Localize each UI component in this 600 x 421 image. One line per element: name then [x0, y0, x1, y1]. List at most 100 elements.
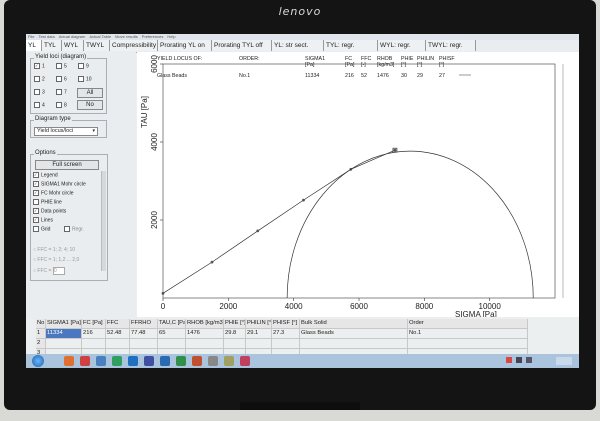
table-cell[interactable]: 11334	[46, 329, 82, 339]
column-header[interactable]: PHILIN [°]	[246, 319, 272, 329]
yield-locus-checkbox-5[interactable]: 5	[56, 63, 67, 69]
yield-locus-checkbox-4[interactable]: 4	[34, 102, 45, 108]
table-cell[interactable]: 27.3	[272, 329, 300, 339]
option-data-points[interactable]: ✓ Data points	[33, 208, 66, 214]
tab-tyl[interactable]: TYL	[42, 40, 62, 51]
volume-icon[interactable]	[526, 357, 533, 363]
column-header[interactable]: RHOB [kg/m3]	[186, 319, 224, 329]
column-header[interactable]: FC [Pa]	[82, 319, 106, 329]
table-cell[interactable]	[130, 339, 158, 349]
table-cell[interactable]: Glass Beads	[300, 329, 408, 339]
flag-icon[interactable]	[506, 357, 512, 363]
tab-wyl-regr[interactable]: WYL: regr.	[378, 40, 426, 51]
table-cell[interactable]: 216	[82, 329, 106, 339]
yield-locus-checkbox-7[interactable]: 7	[56, 89, 67, 95]
all-button[interactable]: All	[77, 88, 103, 98]
column-header[interactable]: No	[36, 319, 46, 329]
option-phie-line[interactable]: PHIE line	[33, 199, 62, 205]
table-cell[interactable]: No.1	[408, 329, 528, 339]
table-cell[interactable]	[46, 339, 82, 349]
ffc-input[interactable]: 0	[52, 267, 65, 275]
chrome-icon[interactable]	[128, 356, 138, 366]
table-cell[interactable]	[158, 339, 186, 349]
column-header[interactable]: FFC	[106, 319, 130, 329]
app2-icon[interactable]	[224, 356, 234, 366]
row-number[interactable]: 1	[36, 329, 46, 339]
menu-item[interactable]: Actual Table	[89, 34, 111, 39]
regr-checkbox[interactable]: Regr.	[64, 226, 84, 232]
yield-locus-checkbox-9[interactable]: 9	[78, 63, 89, 69]
explorer-icon[interactable]	[64, 356, 74, 366]
network-icon[interactable]	[516, 357, 523, 363]
yield-locus-checkbox-1[interactable]: ✓ 1	[34, 63, 45, 69]
column-header[interactable]: PHISF [°]	[272, 319, 300, 329]
option-fc-mohr-circle[interactable]: ✓ FC Mohr circle	[33, 190, 74, 196]
option-sigma1-mohr-circle[interactable]: ✓ SIGMA1 Mohr circle	[33, 181, 86, 187]
no-button[interactable]: No	[77, 100, 103, 110]
word-icon[interactable]	[160, 356, 170, 366]
table-cell[interactable]: 29.8	[224, 329, 246, 339]
column-header[interactable]: SIGMA1 [Pa]	[46, 319, 82, 329]
checkbox-box	[78, 63, 84, 69]
table-cell[interactable]	[408, 339, 528, 349]
full-screen-button[interactable]: Full screen	[35, 160, 99, 170]
menu-item[interactable]: Move results	[115, 34, 138, 39]
row-number[interactable]: 2	[36, 339, 46, 349]
start-button-icon[interactable]	[32, 355, 44, 367]
tab-twyl-regr[interactable]: TWYL: regr.	[426, 40, 476, 51]
yield-locus-checkbox-8[interactable]: 8	[56, 102, 67, 108]
firefox2-icon[interactable]	[144, 356, 154, 366]
table-cell[interactable]: 1476	[186, 329, 224, 339]
column-header[interactable]: Bulk Solid	[300, 319, 408, 329]
network-icon[interactable]	[112, 356, 122, 366]
tab-wyl[interactable]: WYL	[62, 40, 84, 51]
option-legend[interactable]: ✓ Legend	[33, 172, 58, 178]
table-cell[interactable]	[224, 339, 246, 349]
options-scrollbar[interactable]	[101, 171, 106, 271]
ffc-option-3[interactable]: ○ FFC = 0	[33, 267, 65, 275]
tab-prorating-yl-on[interactable]: Prorating YL on	[158, 40, 212, 51]
table-cell[interactable]: 65	[158, 329, 186, 339]
column-header[interactable]: FFRHO	[130, 319, 158, 329]
powerpoint-icon[interactable]	[192, 356, 202, 366]
table-cell[interactable]	[300, 339, 408, 349]
option-grid[interactable]: Grid	[33, 226, 50, 232]
app1-icon[interactable]	[208, 356, 218, 366]
tab-yl-str-sect[interactable]: YL: str sect.	[272, 40, 324, 51]
diagram-type-select[interactable]: Yield locus/loci ▾	[34, 127, 98, 136]
table-cell[interactable]	[272, 339, 300, 349]
clock-icon[interactable]	[556, 357, 572, 365]
yield-locus-checkbox-3[interactable]: 3	[34, 89, 45, 95]
table-cell[interactable]: 52.48	[106, 329, 130, 339]
table-cell[interactable]	[246, 339, 272, 349]
table-cell[interactable]: 77.48	[130, 329, 158, 339]
legend-value: No.1	[239, 73, 250, 79]
menu-item[interactable]: Preferences	[142, 34, 164, 39]
excel-icon[interactable]	[176, 356, 186, 366]
menu-item[interactable]: File	[28, 34, 34, 39]
table-cell[interactable]	[186, 339, 224, 349]
ffc-option-1[interactable]: ○ FFC = 1; 2; 4; 10	[33, 247, 75, 253]
tab-prorating-tyl-off[interactable]: Prorating TYL off	[212, 40, 272, 51]
column-header[interactable]: Order	[408, 319, 528, 329]
yield-locus-checkbox-6[interactable]: 6	[56, 76, 67, 82]
tab-yl[interactable]: YL	[26, 40, 42, 51]
media-icon[interactable]	[96, 356, 106, 366]
table-cell[interactable]: 29.1	[246, 329, 272, 339]
menu-item[interactable]: Test data	[38, 34, 54, 39]
firefox-icon[interactable]	[80, 356, 90, 366]
yield-locus-checkbox-10[interactable]: 10	[78, 76, 92, 82]
table-cell[interactable]	[106, 339, 130, 349]
option-lines[interactable]: ✓ Lines	[33, 217, 53, 223]
tab-tyl-regr[interactable]: TYL: regr.	[324, 40, 378, 51]
app3-icon[interactable]	[240, 356, 250, 366]
yield-locus-checkbox-2[interactable]: 2	[34, 76, 45, 82]
ffc-option-2[interactable]: ○ FFC = 1; 1,2 ... 2,0	[33, 257, 79, 263]
tab-compressibility[interactable]: Compressibility	[110, 40, 158, 51]
column-header[interactable]: TAU,C [Pa]	[158, 319, 186, 329]
column-header[interactable]: PHIE [°]	[224, 319, 246, 329]
menu-item[interactable]: Actual diagram	[59, 34, 86, 39]
tab-twyl[interactable]: TWYL	[84, 40, 110, 51]
menu-item[interactable]: Help	[167, 34, 175, 39]
table-cell[interactable]	[82, 339, 106, 349]
